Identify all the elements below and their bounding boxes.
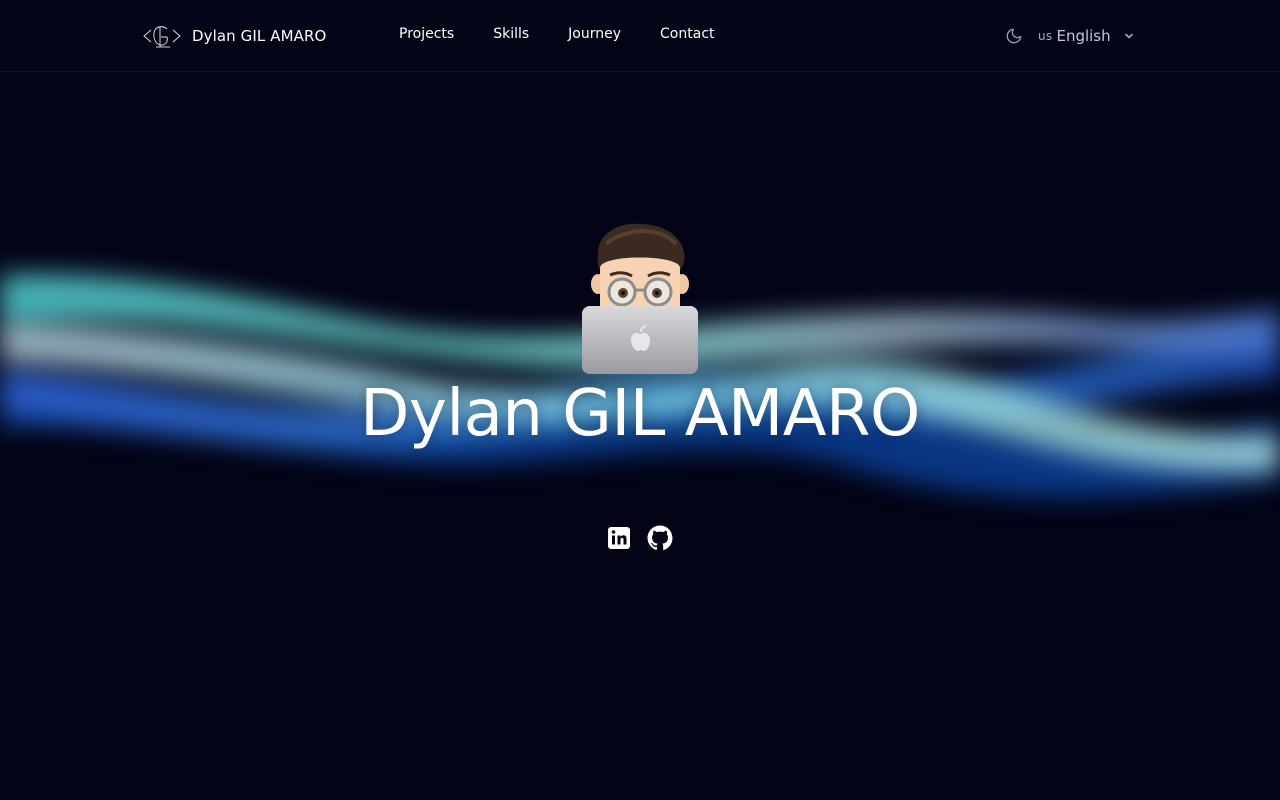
memoji-avatar [582,223,698,374]
brand-home-link[interactable]: Dylan GIL AMARO [142,22,326,50]
hero-title: Dylan GIL AMARO [360,377,920,451]
nav-journey[interactable]: Journey [568,26,621,42]
social-links [606,525,673,551]
nav-skills[interactable]: Skills [493,26,529,42]
moon-icon [1006,28,1022,44]
header-controls: us English [1004,24,1135,48]
brand-logo-icon [143,26,181,48]
language-label: English [1056,27,1111,45]
nav-contact[interactable]: Contact [660,26,714,42]
page: Dylan GIL AMARO Projects Skills Journey … [0,0,1280,800]
us-flag-icon: us [1038,29,1053,43]
chevron-down-icon [1124,33,1133,39]
github-icon [647,525,673,550]
top-navbar: Dylan GIL AMARO Projects Skills Journey … [0,0,1280,72]
theme-toggle-button[interactable] [1004,26,1024,46]
language-select[interactable]: us English [1038,27,1135,45]
linkedin-link[interactable] [606,525,632,551]
github-link[interactable] [647,525,673,551]
main-nav: Projects Skills Journey Contact [399,24,715,44]
linkedin-icon [608,527,630,549]
brand-name: Dylan GIL AMARO [192,27,327,45]
nav-projects[interactable]: Projects [399,26,454,42]
